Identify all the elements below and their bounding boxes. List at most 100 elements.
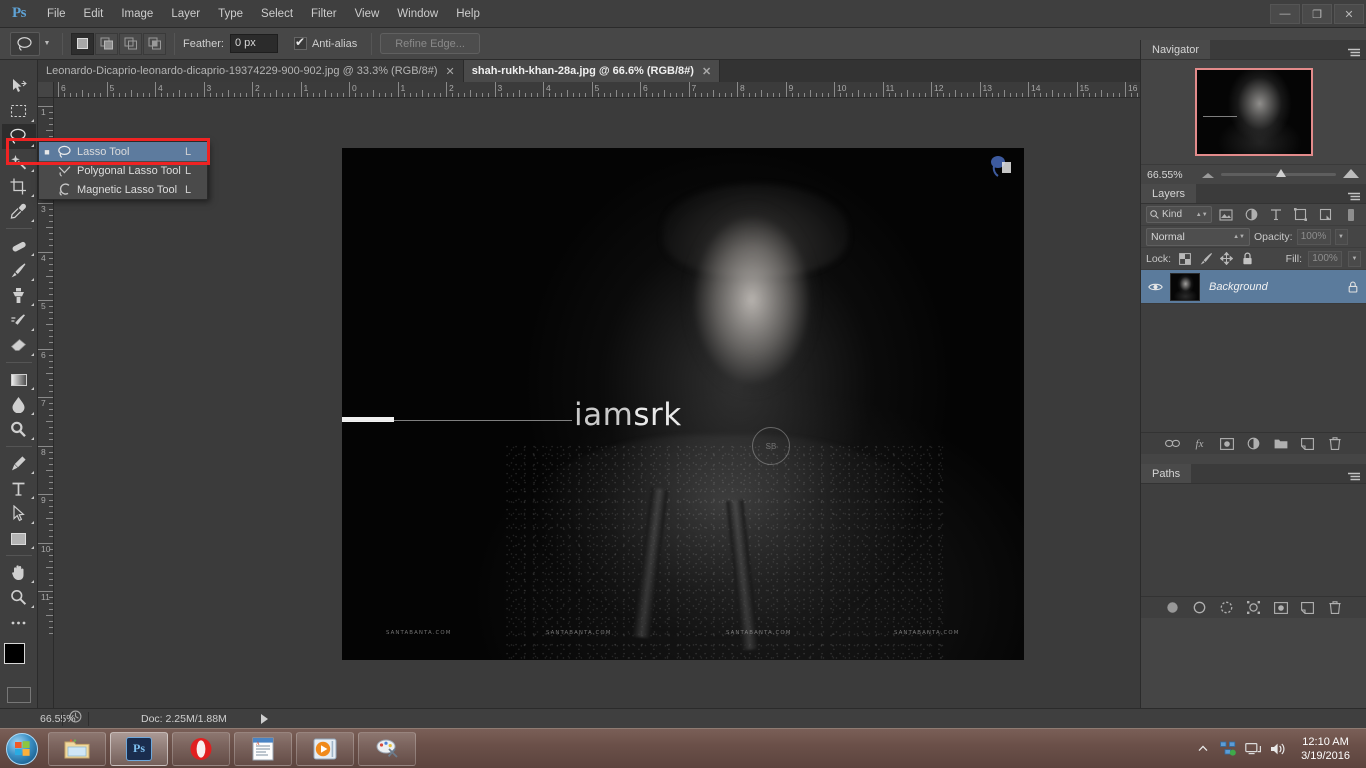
- smart-object-filter-icon[interactable]: [1315, 206, 1336, 223]
- document-tab-leonardo[interactable]: Leonardo-Dicaprio-leonardo-dicaprio-1937…: [38, 60, 464, 82]
- flyout-item-lasso-tool[interactable]: ■ Lasso Tool L: [39, 142, 207, 161]
- taskbar-clock[interactable]: 12:10 AM 3/19/2016: [1295, 735, 1356, 763]
- volume-icon[interactable]: [1270, 742, 1286, 756]
- zoom-slider-knob[interactable]: [1276, 169, 1286, 177]
- ruler-corner[interactable]: [38, 82, 54, 98]
- new-layer-icon[interactable]: [1300, 436, 1315, 451]
- gradient-tool[interactable]: [2, 367, 36, 392]
- panel-menu-icon[interactable]: [1348, 45, 1360, 55]
- path-selection-tool[interactable]: [2, 501, 36, 526]
- navigator-zoom-value[interactable]: 66.55%: [1147, 169, 1195, 181]
- zoom-tool[interactable]: [2, 585, 36, 610]
- blend-mode-select[interactable]: Normal ▲▼: [1146, 228, 1250, 246]
- link-layers-icon[interactable]: [1165, 436, 1180, 451]
- tab-layers[interactable]: Layers: [1141, 184, 1196, 203]
- type-layer-filter-icon[interactable]: [1265, 206, 1286, 223]
- new-group-icon[interactable]: [1273, 436, 1288, 451]
- magic-wand-tool[interactable]: [2, 149, 36, 174]
- new-path-icon[interactable]: [1300, 600, 1315, 615]
- opacity-chevron-down-icon[interactable]: ▼: [1335, 229, 1348, 245]
- show-hidden-icons-arrow[interactable]: [1195, 745, 1211, 752]
- add-mask-icon[interactable]: [1273, 600, 1288, 615]
- load-selection-icon[interactable]: [1219, 600, 1234, 615]
- fill-value[interactable]: 100%: [1308, 251, 1342, 267]
- layer-filter-kind-select[interactable]: Kind ▲▼: [1146, 206, 1212, 223]
- fill-chevron-down-icon[interactable]: ▼: [1348, 251, 1361, 267]
- tab-navigator[interactable]: Navigator: [1141, 40, 1210, 59]
- taskbar-wordpad-icon[interactable]: A: [234, 732, 292, 766]
- windows-start-orb[interactable]: [0, 730, 44, 768]
- tab-paths[interactable]: Paths: [1141, 464, 1191, 483]
- minimize-button[interactable]: —: [1270, 4, 1300, 24]
- close-icon[interactable]: ✕: [446, 65, 455, 78]
- close-icon[interactable]: ✕: [702, 65, 711, 78]
- flyout-item-polygonal-lasso-tool[interactable]: Polygonal Lasso Tool L: [39, 161, 207, 180]
- feather-input[interactable]: 0 px: [230, 34, 278, 53]
- network-sharing-icon[interactable]: [1220, 741, 1236, 756]
- intersect-with-selection-button[interactable]: [143, 33, 166, 55]
- eraser-tool[interactable]: [2, 333, 36, 358]
- zoom-slider[interactable]: [1221, 173, 1336, 176]
- taskbar-photoshop-icon[interactable]: Ps: [110, 732, 168, 766]
- layer-style-fx-icon[interactable]: fx: [1192, 436, 1207, 451]
- status-scrubby-icon[interactable]: [69, 710, 82, 728]
- menu-layer[interactable]: Layer: [162, 0, 209, 28]
- clone-stamp-tool[interactable]: [2, 283, 36, 308]
- menu-file[interactable]: File: [38, 0, 75, 28]
- move-tool[interactable]: [2, 74, 36, 99]
- lock-all-icon[interactable]: [1240, 252, 1255, 265]
- lock-transparent-pixels-icon[interactable]: [1177, 253, 1192, 265]
- add-layer-mask-icon[interactable]: [1219, 436, 1234, 451]
- fill-path-icon[interactable]: [1165, 600, 1180, 615]
- new-adjustment-layer-icon[interactable]: [1246, 436, 1261, 451]
- pixel-layer-filter-icon[interactable]: [1216, 206, 1237, 223]
- menu-image[interactable]: Image: [112, 0, 162, 28]
- navigator-thumbnail-area[interactable]: [1141, 60, 1366, 164]
- zoom-out-icon[interactable]: [1201, 166, 1215, 184]
- lasso-icon[interactable]: [10, 32, 40, 56]
- layer-list[interactable]: Background: [1141, 270, 1366, 432]
- add-to-selection-button[interactable]: [95, 33, 118, 55]
- blur-tool[interactable]: [2, 392, 36, 417]
- navigator-thumbnail[interactable]: [1195, 68, 1313, 156]
- color-swatches[interactable]: [2, 641, 36, 681]
- hand-tool[interactable]: [2, 560, 36, 585]
- panel-menu-icon[interactable]: [1348, 469, 1360, 479]
- menu-view[interactable]: View: [346, 0, 389, 28]
- chevron-updown-icon[interactable]: ▲▼: [1233, 234, 1245, 240]
- adjustment-layer-filter-icon[interactable]: [1241, 206, 1262, 223]
- eyedropper-tool[interactable]: [2, 199, 36, 224]
- rectangle-tool[interactable]: [2, 526, 36, 551]
- layer-name[interactable]: Background: [1205, 281, 1339, 293]
- crop-tool[interactable]: [2, 174, 36, 199]
- document-image[interactable]: iamsrk SB SANTABANTA.COM SANTABANTA.COM …: [342, 148, 1024, 660]
- edit-toolbar-icon[interactable]: [2, 610, 36, 635]
- panel-menu-icon[interactable]: [1348, 189, 1360, 199]
- brush-tool[interactable]: [2, 258, 36, 283]
- layer-visibility-eye-icon[interactable]: [1145, 282, 1165, 292]
- rectangular-marquee-tool[interactable]: [2, 99, 36, 124]
- taskbar-file-explorer-icon[interactable]: [48, 732, 106, 766]
- zoom-in-icon[interactable]: [1342, 166, 1360, 184]
- delete-path-icon[interactable]: [1327, 600, 1342, 615]
- lasso-tool[interactable]: [2, 124, 36, 149]
- anti-alias-checkbox[interactable]: [294, 37, 307, 50]
- menu-help[interactable]: Help: [447, 0, 489, 28]
- tool-preset-chevron-down-icon[interactable]: ▼: [40, 32, 54, 56]
- menu-filter[interactable]: Filter: [302, 0, 346, 28]
- flyout-item-magnetic-lasso-tool[interactable]: Magnetic Lasso Tool L: [39, 180, 207, 199]
- taskbar-paint-tool-icon[interactable]: [358, 732, 416, 766]
- restore-button[interactable]: ❐: [1302, 4, 1332, 24]
- layer-thumbnail[interactable]: [1170, 273, 1200, 301]
- opacity-value[interactable]: 100%: [1297, 229, 1331, 245]
- close-button[interactable]: ✕: [1334, 4, 1364, 24]
- delete-layer-icon[interactable]: [1327, 436, 1342, 451]
- subtract-from-selection-button[interactable]: [119, 33, 142, 55]
- network-icon[interactable]: [1245, 742, 1261, 756]
- make-work-path-icon[interactable]: [1246, 600, 1261, 615]
- lock-image-pixels-icon[interactable]: [1198, 252, 1213, 265]
- menu-select[interactable]: Select: [252, 0, 302, 28]
- paths-list[interactable]: [1141, 484, 1366, 596]
- menu-window[interactable]: Window: [388, 0, 447, 28]
- taskbar-media-player-icon[interactable]: [296, 732, 354, 766]
